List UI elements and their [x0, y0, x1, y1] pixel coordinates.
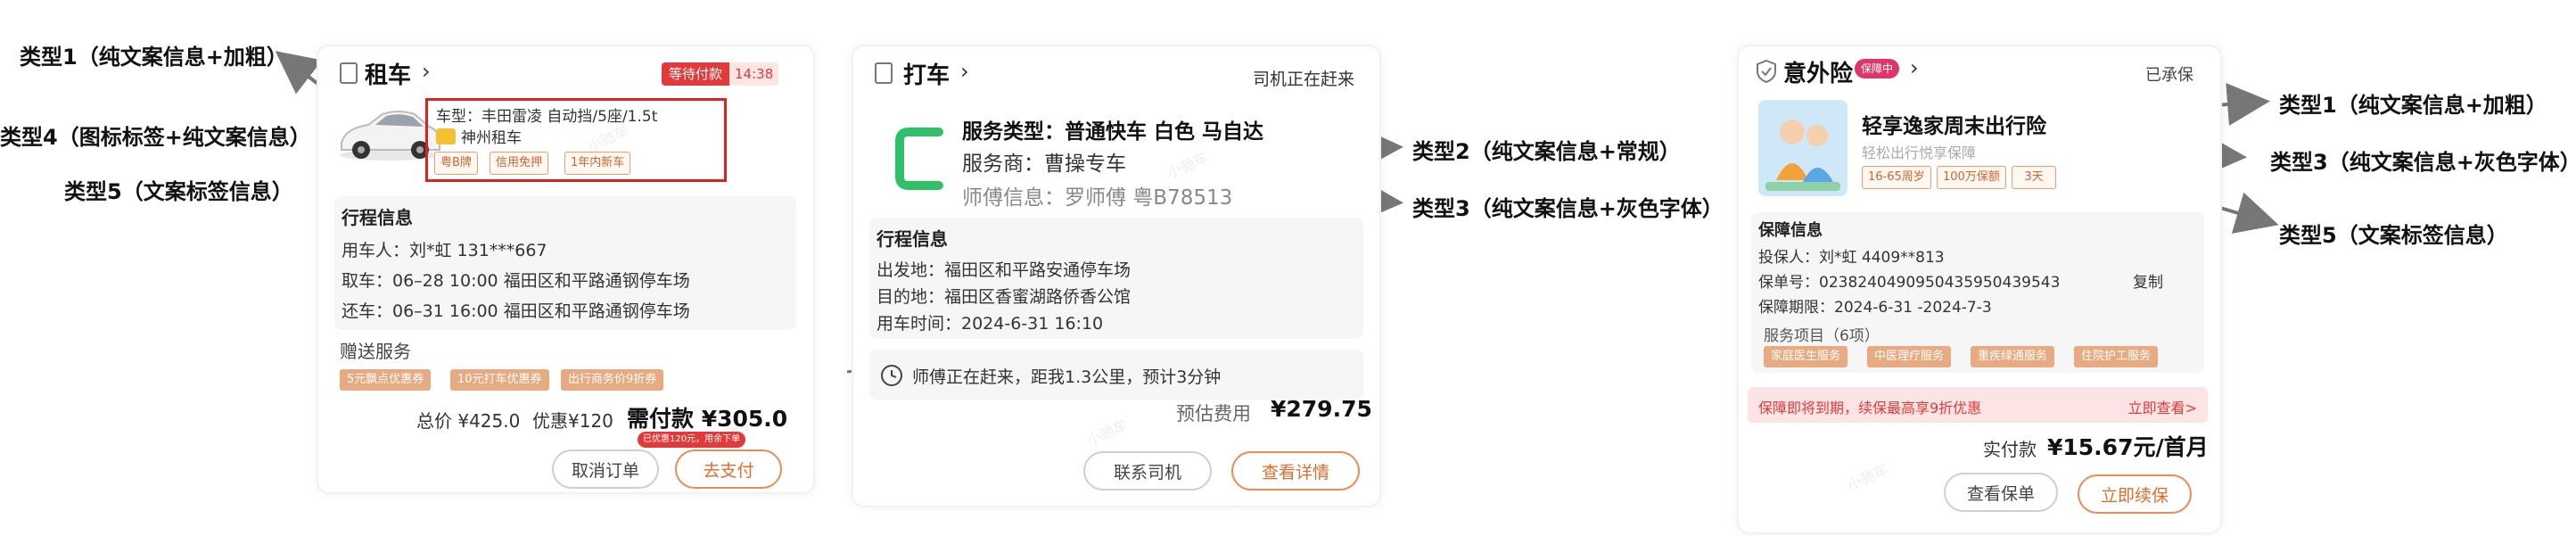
company-name: 神州租车: [461, 129, 522, 147]
taxi-title: 打车: [903, 62, 951, 89]
chevron-right-icon[interactable]: ›: [422, 59, 431, 84]
annotation-left-type5: 类型5（文案标签信息）: [64, 179, 293, 204]
service-item: 家庭医生服务: [1764, 346, 1848, 367]
car-tag: 粤B牌: [434, 152, 478, 175]
gift-coupon: 5元飘点优惠券: [340, 369, 432, 391]
car-model: 车型：丰田雷凌 自动挡/5座/1.5t: [436, 108, 658, 126]
product-tag: 100万保额: [1937, 166, 2006, 189]
paid-label: 实付款: [1983, 439, 2037, 460]
estimated-fare: ¥279.75: [1271, 396, 1372, 422]
gift-coupon: 出行商务价9折券: [561, 369, 664, 391]
car-tag: 信用免押: [490, 152, 549, 175]
renew-notice-bar[interactable]: 保障即将到期，续保最高享9折优惠 立即查看>: [1748, 387, 2208, 423]
product-tag: 16-65周岁: [1862, 166, 1931, 189]
origin-info: 出发地：福田区和平路安通停车场: [876, 260, 1132, 280]
service-item: 住院护工服务: [2074, 346, 2159, 367]
annotation-mid-type3: 类型3（纯文案信息+灰色字体）: [1412, 196, 1724, 221]
coverage-badge: 保障中: [1855, 59, 1900, 78]
chevron-right-icon[interactable]: ›: [960, 59, 969, 84]
renew-button[interactable]: 立即续保: [2078, 474, 2192, 514]
product-image: [1758, 100, 1848, 196]
driver-info: 师傅信息：罗师傅 粤B78513: [962, 186, 1233, 210]
policy-holder: 投保人：刘*虹 4409**813: [1758, 249, 1945, 267]
annotation-right-type5: 类型5（文案标签信息）: [2279, 223, 2508, 248]
countdown-timer: 14:38: [729, 62, 779, 86]
coverage-period: 保障期限：2024-6-31 -2024-7-3: [1758, 299, 1992, 317]
taxi-card[interactable]: 小驰车 小驰车 打车 › 司机正在赶来 服务类型：普通快车 白色 马自达 服务商…: [852, 45, 1381, 507]
cancel-order-button[interactable]: 取消订单: [552, 449, 659, 489]
shield-icon: [1757, 59, 1776, 84]
policy-number: 保单号：0238240490950435950439543: [1758, 274, 2061, 292]
annotation-mid-type2: 类型2（纯文案信息+常规）: [1412, 139, 1681, 164]
fare-label: 预估费用: [1176, 403, 1251, 425]
trip-info-panel: 行程信息 用车人：刘*虹 131***667 取车：06–28 10:00 福田…: [334, 196, 796, 330]
clock-icon: [881, 365, 902, 386]
status-badge: 等待付款 14:38: [662, 62, 779, 86]
gift-coupon: 10元打车优惠券: [450, 369, 549, 391]
copy-button[interactable]: 复制: [2133, 269, 2163, 292]
coverage-panel: 保障信息 投保人：刘*虹 4409**813 保单号：0238240490950…: [1751, 212, 2204, 373]
driver-status: 司机正在赶来: [1252, 70, 1354, 89]
product-tag: 3天: [2012, 166, 2056, 189]
pickup-info: 取车：06–28 10:00 福田区和平路通钢停车场: [342, 271, 690, 291]
insurance-card[interactable]: 小驰车 小驰车 意外险 保障中 › 已承保 轻享逸家周末出行险 轻松出行悦享保障…: [1737, 45, 2222, 534]
eta-panel: 师傅正在赶来，距我1.3公里，预计3分钟: [869, 350, 1363, 400]
trip-info-panel: 行程信息 出发地：福田区和平路安通停车场 目的地：福田区香蜜湖路侨香公馆 用车时…: [869, 218, 1363, 339]
annotation-left-type1: 类型1（纯文案信息+加粗）: [20, 45, 288, 70]
caocao-logo-icon: [895, 128, 943, 190]
trip-info-title: 行程信息: [342, 207, 413, 228]
renter-info: 用车人：刘*虹 131***667: [342, 241, 547, 260]
view-policy-button[interactable]: 查看保单: [1944, 473, 2058, 512]
destination-info: 目的地：福田区香蜜湖路侨香公馆: [876, 287, 1132, 307]
status-badge-label: 等待付款: [662, 62, 730, 86]
amount-due: 需付款 ¥305.0: [627, 406, 788, 432]
return-info: 还车：06–31 16:00 福田区和平路通钢停车场: [342, 301, 690, 321]
service-item: 重疾绿通服务: [1971, 346, 2055, 367]
insurance-title: 意外险: [1783, 61, 1854, 87]
bookmark-icon: [340, 62, 358, 84]
gift-services-title: 赠送服务: [340, 341, 411, 362]
service-item: 中医理疗服务: [1867, 346, 1952, 367]
ride-time: 用车时间：2024-6-31 16:10: [876, 314, 1104, 334]
renew-view-link[interactable]: 立即查看>: [2128, 396, 2197, 417]
total-price: 总价 ¥425.0: [416, 410, 521, 432]
paid-amount: ¥15.67元/首月: [2047, 434, 2209, 460]
discount-amount: 优惠¥120: [532, 410, 613, 432]
service-type: 服务类型：普通快车 白色 马自达: [962, 120, 1264, 144]
service-items-title: 服务项目（6项）: [1764, 327, 1880, 345]
rental-card[interactable]: 小驰车 小驰车 租车 › 等待付款 14:38 车型：丰田雷凌 自动挡/5座/1…: [317, 45, 815, 494]
annotation-right-type1: 类型1（纯文案信息+加粗）: [2279, 93, 2547, 118]
annotation-left-type4: 类型4（图标标签+纯文案信息）: [0, 125, 311, 150]
view-details-button[interactable]: 查看详情: [1231, 451, 1360, 491]
service-provider: 服务商：曹操专车: [962, 153, 1126, 176]
policy-status: 已承保: [2145, 66, 2193, 85]
trip-info-title: 行程信息: [876, 228, 948, 250]
company-logo-icon: [436, 128, 456, 144]
pay-note-badge: 已优惠120元，用余下单: [638, 432, 746, 448]
contact-driver-button[interactable]: 联系司机: [1083, 451, 1212, 491]
pay-button[interactable]: 去支付: [675, 449, 782, 489]
bookmark-icon: [875, 62, 893, 84]
chevron-right-icon[interactable]: ›: [1910, 55, 1919, 80]
eta-text: 师傅正在赶来，距我1.3公里，预计3分钟: [912, 367, 1222, 387]
annotation-right-type3: 类型3（纯文案信息+灰色字体）: [2270, 150, 2576, 175]
product-subtitle: 轻松出行悦享保障: [1862, 144, 1977, 161]
product-name: 轻享逸家周末出行险: [1862, 115, 2046, 138]
renew-notice-text: 保障即将到期，续保最高享9折优惠: [1758, 400, 1982, 416]
rental-title: 租车: [365, 62, 412, 89]
car-tag: 1年内新车: [564, 152, 631, 175]
coverage-title: 保障信息: [1758, 221, 1823, 240]
